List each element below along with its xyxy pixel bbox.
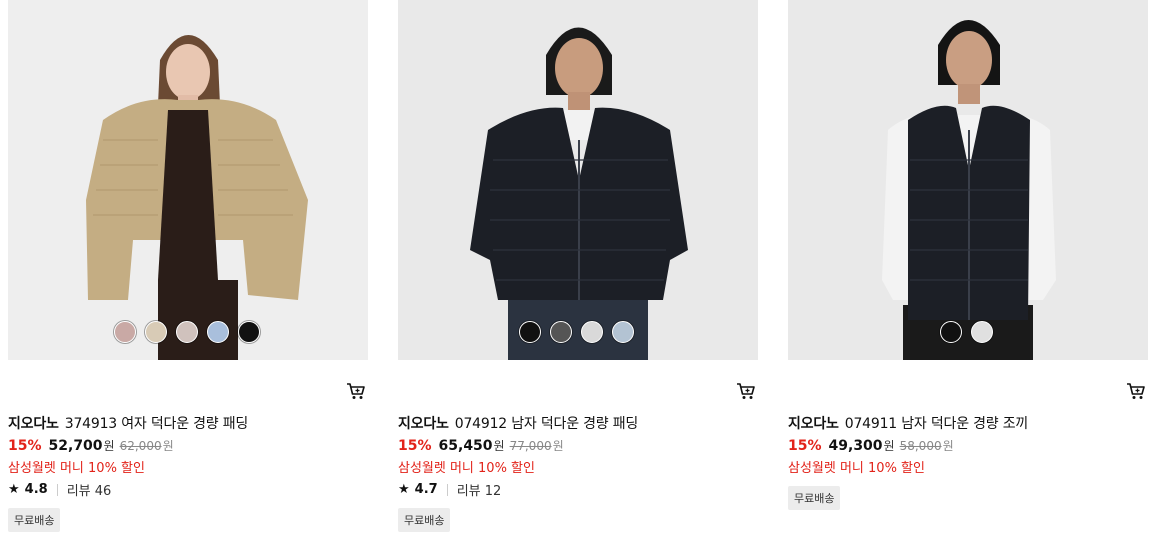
free-shipping-badge: 무료배송 bbox=[788, 486, 841, 510]
price-row: 15% 65,450 원 77,000 원 bbox=[398, 437, 564, 454]
rating-value: 4.7 bbox=[414, 482, 438, 497]
color-swatch[interactable] bbox=[207, 321, 229, 343]
color-swatches bbox=[519, 321, 634, 343]
cart-icon[interactable] bbox=[736, 382, 756, 400]
product-card[interactable]: 지오다노 374913 여자 덕다운 경량 패딩 15% 52,700 원 62,… bbox=[8, 0, 368, 542]
product-image[interactable] bbox=[8, 0, 368, 360]
color-swatch[interactable] bbox=[550, 321, 572, 343]
color-swatches bbox=[940, 321, 993, 343]
discount-rate: 15% bbox=[788, 438, 822, 454]
color-swatches bbox=[114, 321, 260, 343]
price-row: 15% 52,700 원 62,000 원 bbox=[8, 437, 174, 454]
review-count: 리뷰 12 bbox=[456, 484, 502, 499]
promo-text: 삼성월렛 머니 10% 할인 bbox=[788, 461, 925, 476]
product-name: 074911 남자 덕다운 경량 조끼 bbox=[844, 416, 1029, 432]
free-shipping-badge: 무료배송 bbox=[398, 508, 451, 532]
brand-name: 지오다노 bbox=[8, 416, 59, 432]
divider bbox=[56, 483, 58, 496]
color-swatch[interactable] bbox=[519, 321, 541, 343]
original-currency-unit: 원 bbox=[942, 439, 954, 453]
discount-rate: 15% bbox=[398, 438, 432, 454]
product-card[interactable]: 지오다노 074911 남자 덕다운 경량 조끼 15% 49,300 원 58,… bbox=[788, 0, 1148, 542]
brand-name: 지오다노 bbox=[398, 416, 449, 432]
original-price: 77,000 bbox=[509, 439, 552, 453]
star-icon: ★ bbox=[8, 482, 20, 497]
product-name: 074912 남자 덕다운 경량 패딩 bbox=[454, 416, 639, 432]
review-count: 리뷰 46 bbox=[66, 484, 112, 499]
brand-name: 지오다노 bbox=[788, 416, 839, 432]
free-shipping-badge: 무료배송 bbox=[8, 508, 61, 532]
product-title[interactable]: 지오다노 074911 남자 덕다운 경량 조끼 bbox=[788, 413, 1028, 433]
color-swatch[interactable] bbox=[612, 321, 634, 343]
product-photo-man-black-vest bbox=[788, 0, 1148, 360]
currency-unit: 원 bbox=[103, 439, 115, 453]
original-currency-unit: 원 bbox=[552, 439, 564, 453]
cart-icon[interactable] bbox=[1126, 382, 1146, 400]
sale-price: 49,300 bbox=[828, 438, 883, 454]
divider bbox=[446, 483, 448, 496]
product-photo-man-black-jacket bbox=[398, 0, 758, 360]
sale-price: 65,450 bbox=[438, 438, 493, 454]
currency-unit: 원 bbox=[493, 439, 505, 453]
product-card[interactable]: 지오다노 074912 남자 덕다운 경량 패딩 15% 65,450 원 77,… bbox=[398, 0, 758, 542]
star-icon: ★ bbox=[398, 482, 410, 497]
product-image[interactable] bbox=[398, 0, 758, 360]
product-photo-woman-beige-jacket bbox=[8, 0, 368, 360]
color-swatch[interactable] bbox=[176, 321, 198, 343]
product-name: 374913 여자 덕다운 경량 패딩 bbox=[64, 416, 249, 432]
color-swatch[interactable] bbox=[145, 321, 167, 343]
color-swatch[interactable] bbox=[940, 321, 962, 343]
original-price: 62,000 bbox=[119, 439, 162, 453]
promo-text: 삼성월렛 머니 10% 할인 bbox=[8, 461, 145, 476]
rating-value: 4.8 bbox=[24, 482, 48, 497]
original-currency-unit: 원 bbox=[162, 439, 174, 453]
original-price: 58,000 bbox=[899, 439, 942, 453]
price-row: 15% 49,300 원 58,000 원 bbox=[788, 437, 954, 454]
rating-row: ★ 4.8 리뷰 46 bbox=[8, 480, 111, 499]
product-title[interactable]: 지오다노 074912 남자 덕다운 경량 패딩 bbox=[398, 413, 638, 433]
product-title[interactable]: 지오다노 374913 여자 덕다운 경량 패딩 bbox=[8, 413, 248, 433]
color-swatch[interactable] bbox=[581, 321, 603, 343]
discount-rate: 15% bbox=[8, 438, 42, 454]
promo-text: 삼성월렛 머니 10% 할인 bbox=[398, 461, 535, 476]
sale-price: 52,700 bbox=[48, 438, 103, 454]
color-swatch[interactable] bbox=[114, 321, 136, 343]
currency-unit: 원 bbox=[883, 439, 895, 453]
cart-icon[interactable] bbox=[346, 382, 366, 400]
color-swatch[interactable] bbox=[238, 321, 260, 343]
product-image[interactable] bbox=[788, 0, 1148, 360]
rating-row: ★ 4.7 리뷰 12 bbox=[398, 480, 501, 499]
color-swatch[interactable] bbox=[971, 321, 993, 343]
